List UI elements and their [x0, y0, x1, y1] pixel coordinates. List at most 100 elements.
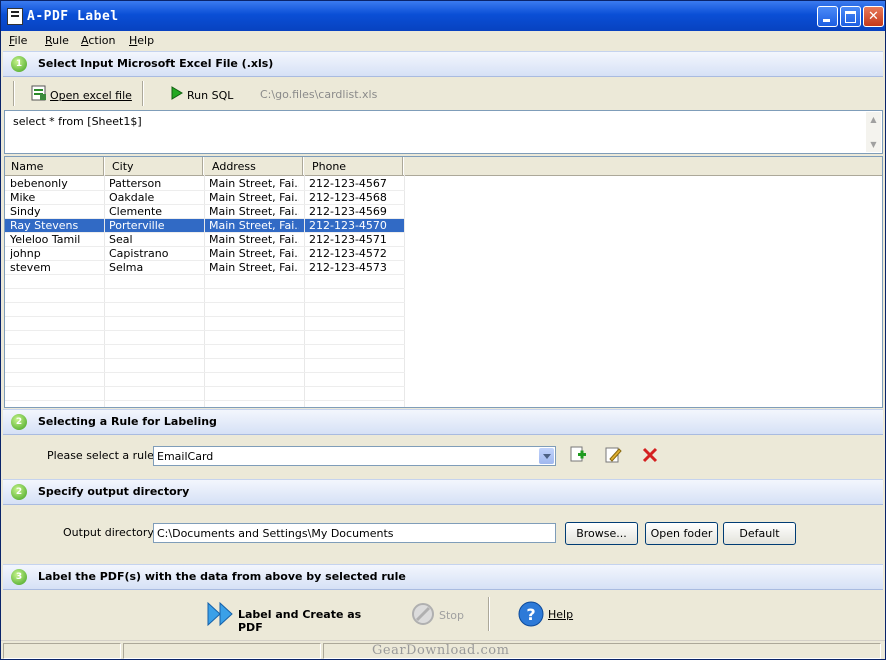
- table-row[interactable]: Ray Stevens Porterville Main Street, Fai..…: [5, 219, 405, 233]
- menu-action[interactable]: Action: [81, 34, 115, 47]
- grid-line: [5, 218, 405, 219]
- section-header-output: 2 Specify output directory: [3, 479, 883, 505]
- table-cell: bebenonly: [10, 177, 68, 190]
- menu-rule[interactable]: Rule: [45, 34, 69, 47]
- app-icon: [7, 8, 23, 25]
- grid-line: [5, 302, 405, 303]
- sql-scrollbar[interactable]: ▲ ▼: [866, 112, 881, 152]
- maximize-button[interactable]: [840, 6, 861, 27]
- table-cell: johnp: [10, 247, 41, 260]
- run-sql-label: Run SQL: [187, 89, 234, 102]
- window-title: A-PDF Label: [27, 9, 119, 24]
- section-title: Label the PDF(s) with the data from abov…: [38, 570, 406, 583]
- table-cell: stevem: [10, 261, 51, 274]
- grid-line: [5, 246, 405, 247]
- table-cell: Capistrano: [109, 247, 169, 260]
- menu-help[interactable]: Help: [129, 34, 154, 47]
- default-button[interactable]: Default: [723, 522, 796, 545]
- grid-line: [5, 344, 405, 345]
- section-title: Specify output directory: [38, 485, 190, 498]
- watermark: GearDownload.com: [372, 643, 510, 658]
- rule-select[interactable]: EmailCard: [153, 446, 556, 466]
- maximize-icon: [841, 7, 860, 26]
- table-cell: 212-123-4572: [309, 247, 387, 260]
- grid-line: [5, 260, 405, 261]
- table-row[interactable]: Sindy Clemente Main Street, Fai... 212-123-…: [5, 205, 405, 219]
- open-folder-button[interactable]: Open foder: [645, 522, 718, 545]
- minimize-button[interactable]: [817, 6, 838, 27]
- grid-line: [5, 316, 405, 317]
- label-create-pdf-label: Label and Create as PDF: [238, 608, 362, 634]
- scroll-up-icon[interactable]: ▲: [867, 113, 880, 126]
- open-excel-label: Open excel file: [50, 89, 132, 102]
- toolbar-separator: [142, 81, 144, 106]
- title-bar[interactable]: A-PDF Label ✕: [1, 1, 885, 31]
- table-cell: 212-123-4568: [309, 191, 387, 204]
- grid-line: [5, 190, 405, 191]
- table-cell: 212-123-4569: [309, 205, 387, 218]
- table-cell: Main Street, Fai...: [209, 261, 299, 274]
- stop-icon: [412, 603, 434, 625]
- fast-forward-icon: [207, 601, 233, 627]
- table-row[interactable]: Mike Oakdale Main Street, Fai... 212-123-45…: [5, 191, 405, 205]
- toolbar-separator: [13, 81, 15, 106]
- stop-button[interactable]: Stop: [409, 601, 469, 627]
- browse-button[interactable]: Browse...: [565, 522, 638, 545]
- open-excel-button[interactable]: Open excel file: [27, 80, 147, 107]
- grid-line: [5, 400, 405, 401]
- column-header-address[interactable]: Address: [212, 160, 256, 173]
- edit-rule-icon[interactable]: [604, 446, 622, 464]
- column-divider[interactable]: [302, 157, 304, 175]
- toolbar: Open excel file Run SQL C:\go.files\card…: [3, 78, 883, 109]
- section-header-label: 3 Label the PDF(s) with the data from ab…: [3, 564, 883, 590]
- rule-prompt: Please select a rule:: [47, 449, 158, 462]
- table-cell: Main Street, Fai...: [209, 191, 299, 204]
- delete-rule-icon[interactable]: [642, 447, 658, 463]
- minimize-icon: [818, 7, 837, 26]
- table-row[interactable]: bebenonly Patterson Main Street, Fai... 212…: [5, 177, 405, 191]
- table-row[interactable]: johnp Capistrano Main Street, Fai... 212-12…: [5, 247, 405, 261]
- label-create-pdf-button[interactable]: Label and Create as PDF: [204, 599, 382, 634]
- step-badge: 1: [11, 56, 27, 72]
- scroll-down-icon[interactable]: ▼: [867, 138, 880, 151]
- run-sql-button[interactable]: Run SQL: [165, 80, 235, 107]
- status-panel: [123, 643, 321, 659]
- section-header-rule: 2 Selecting a Rule for Labeling: [3, 409, 883, 435]
- output-directory-field[interactable]: C:\Documents and Settings\My Documents: [153, 523, 556, 543]
- column-divider[interactable]: [103, 157, 105, 175]
- rule-selected-value: EmailCard: [157, 450, 214, 463]
- menu-file[interactable]: File: [9, 34, 27, 47]
- column-divider[interactable]: [202, 157, 204, 175]
- column-header-city[interactable]: City: [112, 160, 134, 173]
- close-icon: ✕: [868, 9, 879, 24]
- column-header-name[interactable]: Name: [11, 160, 43, 173]
- table-cell: 212-123-4570: [309, 219, 387, 232]
- help-label: Help: [548, 608, 574, 621]
- table-cell: Main Street, Fai...: [209, 247, 299, 260]
- table-cell: Ray Stevens: [10, 219, 79, 232]
- table-row[interactable]: Yeleloo Tamil Seal Main Street, Fai... 212-…: [5, 233, 405, 247]
- data-table[interactable]: Name City Address Phone bebenonly Patters…: [4, 156, 883, 408]
- step-badge: 3: [11, 569, 27, 585]
- grid-line: [5, 330, 405, 331]
- sql-query-input[interactable]: select * from [Sheet1$] ▲ ▼: [4, 110, 883, 154]
- table-cell: Main Street, Fai...: [209, 177, 299, 190]
- help-button[interactable]: ? Help: [516, 599, 576, 629]
- section-title: Selecting a Rule for Labeling: [38, 415, 217, 428]
- table-cell: Sindy: [10, 205, 41, 218]
- play-icon: [171, 86, 183, 100]
- grid-line: [5, 288, 405, 289]
- svg-text:?: ?: [526, 605, 535, 624]
- add-rule-icon[interactable]: [569, 446, 587, 464]
- column-divider[interactable]: [402, 157, 404, 175]
- grid-line: [5, 274, 405, 275]
- grid-line: [5, 204, 405, 205]
- chevron-down-icon[interactable]: [539, 448, 554, 464]
- close-button[interactable]: ✕: [863, 6, 884, 27]
- table-row[interactable]: stevem Selma Main Street, Fai... 212-123-45…: [5, 261, 405, 275]
- column-header-phone[interactable]: Phone: [312, 160, 346, 173]
- table-cell: Mike: [10, 191, 36, 204]
- excel-file-icon: [31, 85, 46, 101]
- table-header: Name City Address Phone: [5, 157, 882, 176]
- table-cell: Selma: [109, 261, 144, 274]
